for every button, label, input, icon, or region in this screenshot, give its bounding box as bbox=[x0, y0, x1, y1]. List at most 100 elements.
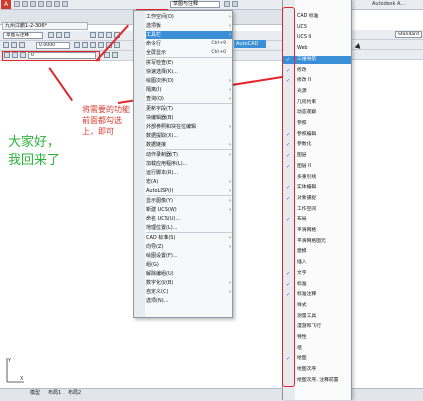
tab-model[interactable]: 模型 bbox=[30, 389, 40, 398]
tools-menu-item[interactable]: 拼写检查(E) bbox=[146, 59, 232, 67]
toolbar-toggle-label: 漫游和飞行 bbox=[297, 324, 321, 330]
tools-menu-item[interactable]: 工具栏 › bbox=[146, 31, 232, 39]
pan-icon[interactable] bbox=[106, 32, 112, 38]
tools-menu-item[interactable]: 组(G) bbox=[146, 261, 232, 269]
tools-menu-item[interactable]: AutoLISP(I) › bbox=[146, 187, 232, 195]
menu-item-label: 数据提取(X)... bbox=[146, 133, 179, 139]
submenu-arrow-icon: › bbox=[229, 244, 231, 250]
undo-toolbar-icon[interactable] bbox=[98, 32, 104, 38]
tools-menu-item[interactable]: 绘图次序(D) › bbox=[146, 77, 232, 85]
submenu-arrow-icon: › bbox=[229, 198, 231, 204]
layer-lock-icon[interactable] bbox=[20, 52, 26, 58]
tools-menu-item[interactable]: 更新字段(T) bbox=[146, 105, 232, 113]
workspace-combo[interactable]: 草图与注释 bbox=[3, 32, 43, 39]
layer-prev-icon[interactable] bbox=[104, 52, 110, 58]
tools-menu-item[interactable]: 隔离(I) › bbox=[146, 86, 232, 94]
autocad-submenu-item[interactable]: AutoCAD bbox=[234, 40, 266, 48]
undo-icon[interactable] bbox=[54, 1, 60, 7]
menu-item-label: 自定义(C) bbox=[146, 289, 169, 295]
tools-menu-item[interactable]: 数据链接 › bbox=[146, 141, 232, 149]
layer-bulb-icon[interactable] bbox=[4, 52, 10, 58]
tools-menu-item[interactable]: 查询(Q) › bbox=[146, 95, 232, 103]
layer-props-icon[interactable] bbox=[48, 32, 54, 38]
new-icon[interactable] bbox=[14, 1, 20, 7]
menu-item-label: 命令行 bbox=[146, 41, 162, 47]
workspace-title-dropdown[interactable]: 草图与注释 bbox=[170, 1, 220, 8]
share-icon[interactable] bbox=[232, 1, 238, 7]
save-toolbar-icon[interactable] bbox=[90, 32, 96, 38]
tools-menu-item[interactable]: 命令行 Ctrl+9 bbox=[146, 40, 232, 48]
tools-menu-item[interactable]: 运行脚本(R)... bbox=[146, 169, 232, 177]
extend-icon[interactable] bbox=[114, 42, 120, 48]
save-icon[interactable] bbox=[30, 1, 36, 7]
layer-sun-icon[interactable] bbox=[12, 52, 18, 58]
submenu-arrow-icon: › bbox=[229, 23, 231, 29]
menu-separator bbox=[146, 195, 232, 196]
menu-item-shortcut: Ctrl+0 bbox=[211, 50, 226, 55]
tools-menu-item[interactable]: CAD 标准(S) › bbox=[146, 234, 232, 242]
document-tab[interactable]: 九州江鹏1-2-306* bbox=[2, 22, 88, 30]
tools-menu-item[interactable]: 显示图像(Y) › bbox=[146, 197, 232, 205]
print-icon[interactable] bbox=[46, 1, 52, 7]
menu-item-label: 绘图次序(D) bbox=[146, 78, 174, 84]
save-as-icon[interactable] bbox=[38, 1, 44, 7]
toolbar-toggle-label: 绘图次序, 注释前置 bbox=[297, 377, 339, 383]
tools-menu-item[interactable]: 动作录制器(T) › bbox=[146, 151, 232, 159]
tools-menu-item[interactable]: 解除编组(U) bbox=[146, 270, 232, 278]
copy-icon[interactable] bbox=[74, 42, 80, 48]
layer-walk-icon[interactable] bbox=[112, 52, 118, 58]
tools-menu-item[interactable]: 块编辑器(B) bbox=[146, 114, 232, 122]
layer-combo[interactable]: 0 bbox=[28, 52, 96, 59]
right-panel bbox=[352, 10, 423, 388]
tools-menu-item[interactable]: 绘图设置(F)... bbox=[146, 252, 232, 260]
tools-menu-item[interactable]: 选项板 › bbox=[146, 22, 232, 30]
layer-freeze-icon[interactable] bbox=[19, 42, 25, 48]
tools-menu-item[interactable]: 命名 UCS(U)... bbox=[146, 215, 232, 223]
tools-menu-item[interactable]: 数据提取(X)... bbox=[146, 132, 232, 140]
toolbar-toggle-label: 多重引线 bbox=[297, 174, 317, 180]
menu-item-label: 数据链接 bbox=[146, 142, 167, 148]
match-layer-icon[interactable] bbox=[64, 32, 70, 38]
scale-icon[interactable] bbox=[98, 42, 104, 48]
tools-menu-item[interactable]: 新建 UCS(W) › bbox=[146, 206, 232, 214]
right-toolbar-row-3 bbox=[352, 50, 423, 60]
menu-item-label: 外部参照和块在位编辑 bbox=[146, 124, 197, 130]
menu-item-label: AutoLISP(I) bbox=[146, 188, 174, 194]
svg-text:X: X bbox=[20, 376, 24, 382]
tools-menu-item[interactable]: 向导(Z) › bbox=[146, 243, 232, 251]
submenu-arrow-icon: › bbox=[229, 179, 231, 185]
menu-item-label: 快速选择(K)... bbox=[146, 69, 178, 75]
greeting-note: 大家好，我回来了 bbox=[8, 135, 61, 168]
style-combo[interactable]: Standard bbox=[395, 31, 422, 38]
layer-on-icon[interactable] bbox=[11, 42, 17, 48]
layer-icon[interactable] bbox=[3, 42, 9, 48]
tools-menu-item[interactable]: 数字化仪(B) › bbox=[146, 279, 232, 287]
tools-menu-item[interactable]: 全屏显示 Ctrl+0 bbox=[146, 49, 232, 57]
tools-menu-item[interactable]: 地理位置(L)... bbox=[146, 224, 232, 232]
elevation-combo[interactable]: 0.0000 bbox=[36, 42, 70, 49]
tools-menu-item[interactable]: 自定义(C) › bbox=[146, 288, 232, 296]
submenu-arrow-icon: › bbox=[229, 32, 231, 38]
submenu-arrow-icon: › bbox=[229, 14, 231, 20]
ucs-icon: Y X bbox=[6, 358, 24, 383]
tools-menu-item[interactable]: 选项(N)... bbox=[146, 297, 232, 305]
tools-menu-item[interactable]: 加载应用程序(L)... bbox=[146, 160, 232, 168]
app-logo[interactable]: A bbox=[1, 0, 11, 9]
tools-menu-item[interactable]: 外部参照和块在位编辑 › bbox=[146, 123, 232, 131]
dropdown-icon[interactable] bbox=[224, 1, 230, 7]
status-bar bbox=[0, 388, 423, 401]
toolbar-toggle-label: 标准 bbox=[297, 281, 307, 287]
open-icon[interactable] bbox=[22, 1, 28, 7]
tools-menu-item[interactable]: 快速选择(K)... bbox=[146, 68, 232, 76]
tools-menu-item[interactable]: 工作空间(O) › bbox=[146, 13, 232, 21]
toolbar-toggle-label: 绘图次序 bbox=[297, 367, 317, 373]
tools-menu-item[interactable]: 宏(A) › bbox=[146, 178, 232, 186]
submenu-arrow-icon: › bbox=[229, 289, 231, 295]
rotate-icon[interactable] bbox=[90, 42, 96, 48]
tab-layout1[interactable]: 布局1 bbox=[48, 389, 61, 398]
layer-state-icon[interactable] bbox=[56, 32, 62, 38]
redo-icon[interactable] bbox=[62, 1, 68, 7]
toolbar-toggle-label: UCS II bbox=[297, 35, 312, 41]
tab-layout2[interactable]: 布局2 bbox=[68, 389, 81, 398]
move-icon[interactable] bbox=[82, 42, 88, 48]
